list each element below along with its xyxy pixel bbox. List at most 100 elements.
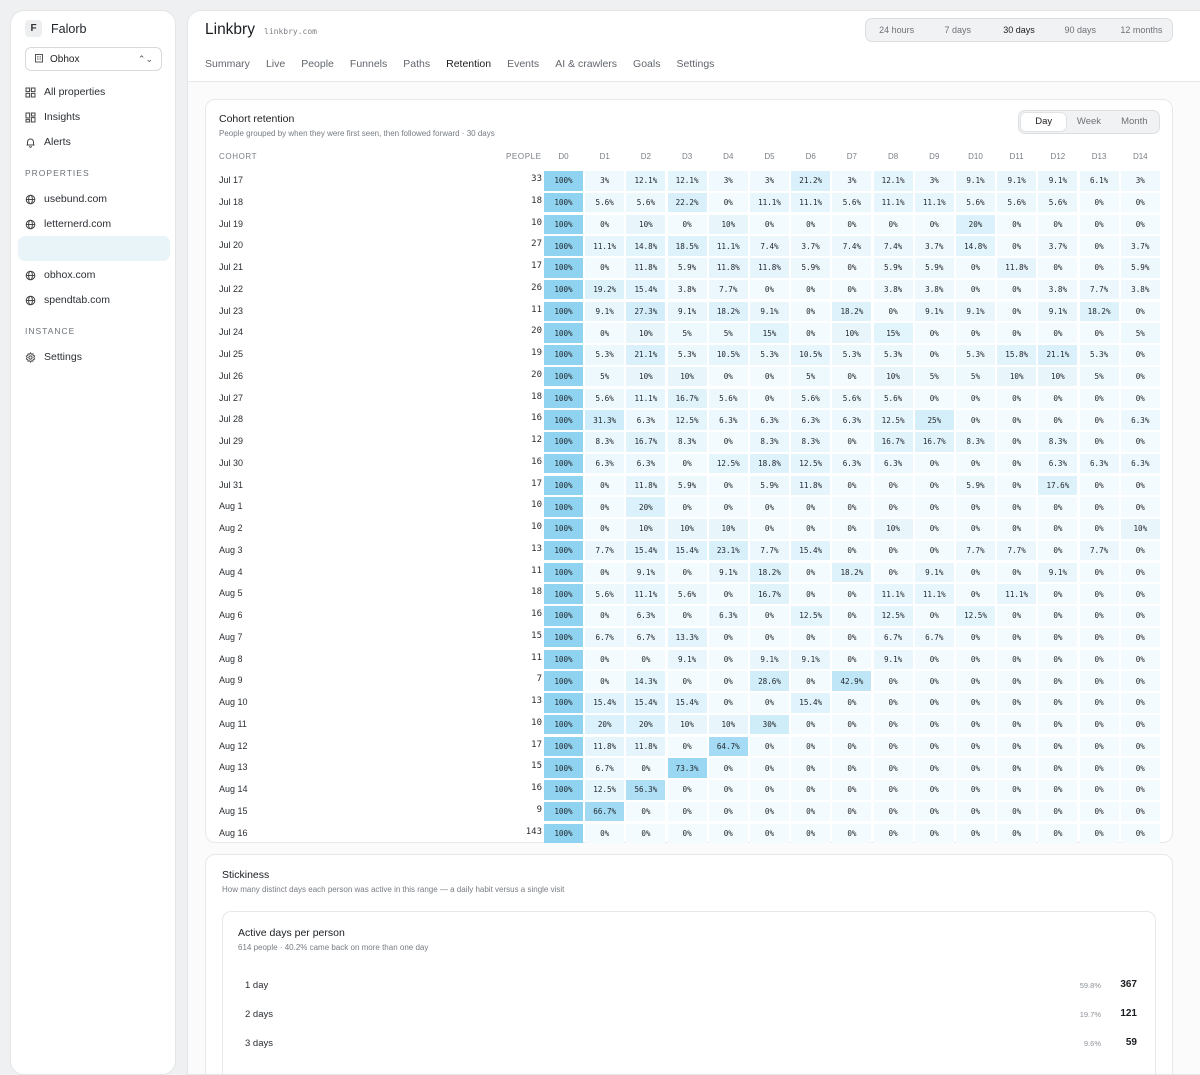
retention-cell: 12.5% [873, 410, 913, 430]
cohort-date: Aug 6 [219, 610, 243, 620]
tab-live[interactable]: Live [266, 58, 285, 70]
cohort-people-count: 26 [531, 282, 542, 293]
retention-cell: 0% [997, 758, 1037, 778]
range-90-days[interactable]: 90 days [1050, 20, 1111, 40]
nav-alerts[interactable]: Alerts [25, 134, 71, 150]
retention-cell: 8.3% [750, 432, 789, 452]
property-spendtab[interactable]: spendtab.com [25, 292, 110, 308]
range-7-days[interactable]: 7 days [927, 20, 988, 40]
nav-settings[interactable]: Settings [25, 349, 82, 365]
retention-cell: 7.7% [585, 540, 625, 561]
tab-paths[interactable]: Paths [403, 58, 430, 70]
property-obhox[interactable]: obhox.com [25, 267, 95, 283]
retention-cell: 0% [1120, 584, 1160, 604]
retention-cell: 0% [1038, 410, 1078, 430]
retention-cell: 5.9% [750, 475, 789, 495]
retention-cell: 13.3% [667, 627, 707, 648]
cohort-people-count: 15 [531, 630, 542, 641]
retention-cell: 6.3% [585, 453, 625, 474]
retention-cell: 100% [544, 540, 583, 561]
retention-cell: 0% [997, 497, 1037, 517]
retention-cell: 0% [956, 736, 995, 756]
retention-cell: 0% [1120, 432, 1160, 452]
retention-cell: 0% [873, 714, 913, 735]
range-12-months[interactable]: 12 months [1111, 20, 1172, 40]
retention-cell: 3.8% [667, 279, 707, 300]
retention-cell: 15.4% [791, 540, 831, 561]
property-letternerd[interactable]: letternerd.com [25, 216, 111, 232]
col-cohort: COHORT [219, 152, 258, 161]
cohort-people-count: 17 [531, 739, 542, 750]
tab-people[interactable]: People [301, 58, 334, 70]
page-title: Linkbry [205, 21, 255, 38]
retention-cell: 0% [873, 736, 913, 756]
tab-summary[interactable]: Summary [205, 58, 250, 70]
range-30-days[interactable]: 30 days [988, 20, 1049, 40]
retention-cell: 0% [956, 584, 995, 604]
nav-label: Settings [44, 351, 82, 363]
tab-funnels[interactable]: Funnels [350, 58, 387, 70]
retention-cell: 5% [1120, 323, 1160, 343]
retention-cell: 0% [956, 497, 995, 517]
cohort-date: Jul 26 [219, 370, 244, 381]
retention-cell: 0% [956, 323, 995, 343]
retention-cell: 100% [544, 562, 583, 582]
retention-cell: 28.6% [750, 671, 789, 691]
brand[interactable]: F Falorb [25, 20, 86, 37]
granularity-week[interactable]: Week [1066, 113, 1111, 131]
retention-cell: 3% [914, 171, 954, 191]
nav-insights[interactable]: Insights [25, 109, 80, 125]
project-select[interactable]: Obhox ⌃⌄ [25, 47, 162, 71]
active-days-title: Active days per person [238, 927, 345, 939]
retention-cell: 6.3% [708, 410, 748, 430]
retention-cell: 0% [1079, 627, 1119, 648]
table-row: Aug 15 9 100% 66.7% 0% 0% 0% 0% 0% 0% 0% 0% 0% 0% 0% 0%… [206, 801, 1174, 823]
retention-cell: 0% [1079, 258, 1119, 278]
tab-ai-crawlers[interactable]: AI & crawlers [555, 58, 617, 70]
granularity-day[interactable]: Day [1021, 113, 1067, 131]
retention-cell: 23.1% [708, 540, 748, 561]
range-24-hours[interactable]: 24 hours [866, 20, 927, 40]
nav-all-properties[interactable]: All properties [25, 84, 105, 100]
retention-cell: 0% [708, 801, 748, 822]
retention-cell: 0% [791, 214, 831, 234]
retention-cell: 0% [750, 606, 789, 626]
retention-cell: 10% [1120, 519, 1160, 539]
retention-cell: 0% [585, 649, 625, 669]
retention-cell: 0% [667, 736, 707, 756]
retention-cell: 5.6% [1038, 192, 1078, 213]
property-usebund[interactable]: usebund.com [25, 191, 107, 207]
retention-cell: 5% [914, 366, 954, 387]
retention-cell: 12.5% [708, 453, 748, 474]
retention-cell: 0% [956, 780, 995, 800]
retention-cell: 0% [791, 671, 831, 691]
retention-cell: 0% [997, 562, 1037, 582]
tab-goals[interactable]: Goals [633, 58, 660, 70]
granularity-month[interactable]: Month [1112, 113, 1157, 131]
tab-events[interactable]: Events [507, 58, 539, 70]
stickiness-subtitle: How many distinct days each person was a… [222, 885, 565, 894]
retention-cell: 21.1% [1038, 345, 1078, 365]
property-selected-linkbry[interactable] [18, 236, 170, 261]
retention-cell: 0% [708, 649, 748, 669]
tab-settings[interactable]: Settings [676, 58, 714, 70]
retention-cell: 0% [750, 693, 789, 713]
table-row: Jul 27 18 100% 5.6% 11.1% 16.7% 5.6% 0% 5.6% 5.6%… [206, 388, 1174, 410]
retention-cell: 0% [750, 214, 789, 234]
stickiness-row: 1 day 59.8% 367 [245, 978, 1141, 994]
retention-cell: 3% [1120, 171, 1160, 191]
retention-cell: 0% [832, 584, 872, 604]
retention-cell: 0% [791, 823, 831, 843]
col-d10: D10 [968, 152, 983, 161]
cohort-date: Aug 1 [219, 501, 243, 512]
retention-cell: 7.4% [832, 236, 872, 256]
tab-retention[interactable]: Retention [446, 58, 491, 70]
retention-cell: 9.1% [750, 649, 789, 669]
retention-cell: 0% [667, 606, 707, 626]
retention-cell: 12.5% [873, 606, 913, 626]
retention-cell: 0% [873, 758, 913, 778]
retention-cell: 0% [626, 823, 666, 843]
retention-cell: 0% [667, 453, 707, 474]
retention-cell: 0% [708, 823, 748, 843]
retention-cell: 100% [544, 366, 583, 387]
